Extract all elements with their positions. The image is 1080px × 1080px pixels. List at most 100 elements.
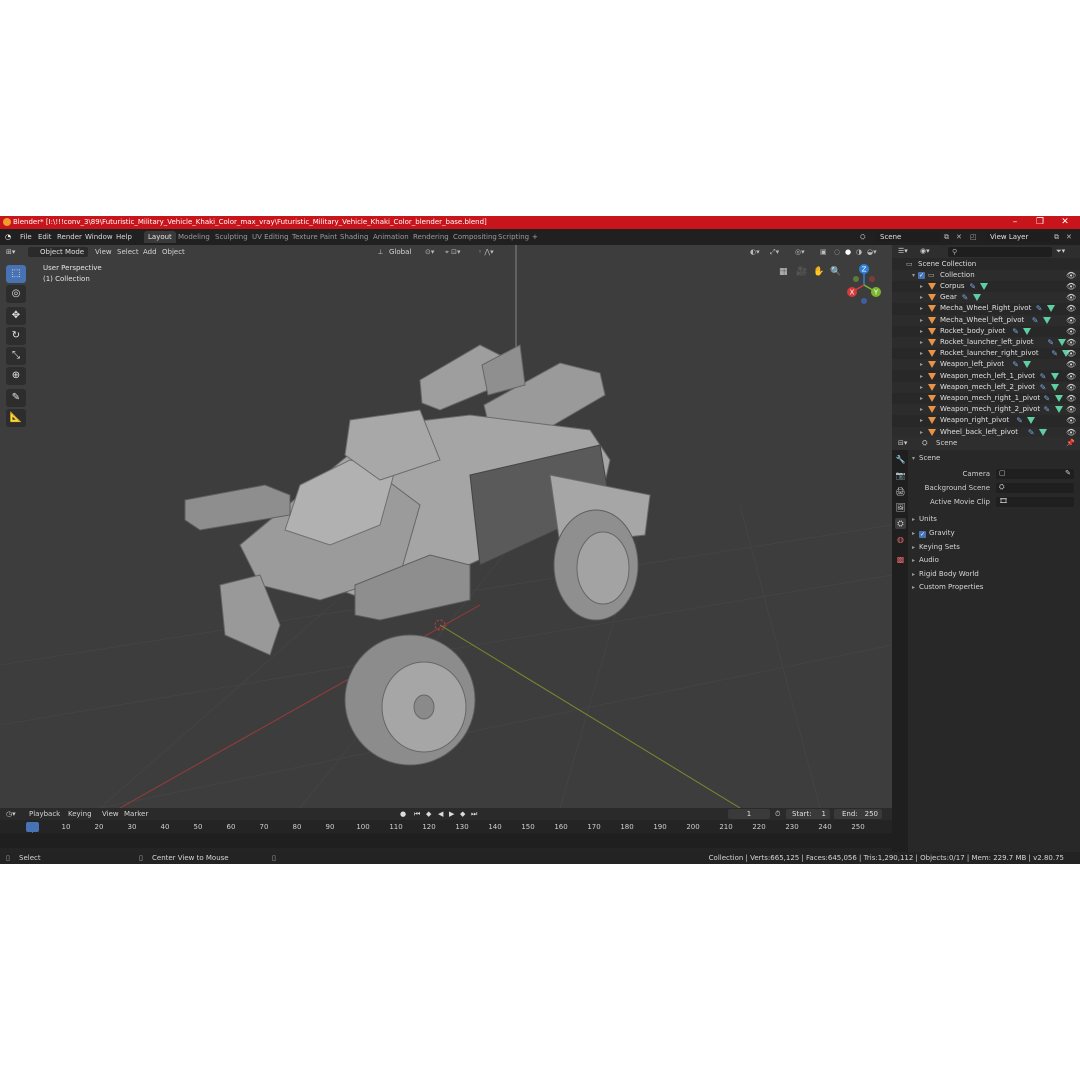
move-tool[interactable]: ✥ [6,307,26,325]
playhead[interactable] [26,822,39,832]
transform-orientation-dropdown[interactable]: Global [389,247,411,257]
gravity-section[interactable]: ▸ ✓ Gravity [912,529,955,538]
active-movie-clip-field[interactable]: 🎞 [996,497,1074,507]
expand-arrow-icon[interactable]: ▸ [920,315,923,326]
material-shading-icon[interactable]: ◑ [856,247,862,257]
navigation-gizmo[interactable]: Z Y X [842,263,886,307]
tab-layout[interactable]: Layout [144,231,176,243]
collection-checkbox[interactable]: ✓ [918,272,925,279]
pin-icon[interactable]: 📌 [1066,438,1075,448]
prev-keyframe-button[interactable]: ◆ [426,809,431,819]
new-view-layer-icon[interactable]: ⧉ [1054,233,1059,242]
visibility-eye-icon[interactable]: 👁 [1066,427,1076,438]
delete-scene-icon[interactable]: ✕ [956,233,962,241]
modifier-icon[interactable]: ✎ [962,292,969,303]
outliner-object-row[interactable]: ▸ Rocket_body_pivot ✎ 👁 [892,326,1080,337]
expand-arrow-icon[interactable]: ▸ [920,427,923,438]
outliner-object-row[interactable]: ▸ Mecha_Wheel_Right_pivot ✎ 👁 [892,303,1080,314]
modifier-icon[interactable]: ✎ [1012,326,1019,337]
xray-icon[interactable]: ▣ [820,247,827,257]
visibility-eye-icon[interactable]: 👁 [1066,415,1076,426]
outliner-object-row[interactable]: ▸ Mecha_Wheel_left_pivot ✎ 👁 [892,314,1080,326]
visibility-icon[interactable]: ◐▾ [750,247,760,257]
outliner-object-row[interactable]: ▸ Weapon_left_pivot ✎ 👁 [892,359,1080,371]
visibility-eye-icon[interactable]: 👁 [1066,382,1076,393]
timeline-tracks[interactable] [0,833,892,848]
mesh-data-icon[interactable] [1050,372,1059,380]
maximize-button[interactable]: ❐ [1030,217,1050,228]
modifier-icon[interactable]: ✎ [1016,415,1023,426]
expand-arrow-icon[interactable]: ▸ [920,326,923,337]
grid-view-icon[interactable]: ▦ [779,267,788,277]
delete-view-layer-icon[interactable]: ✕ [1066,233,1072,241]
solid-shading-icon[interactable]: ● [845,247,851,257]
visibility-eye-icon[interactable]: 👁 [1066,292,1076,303]
mesh-data-icon[interactable] [1023,327,1032,335]
mesh-data-icon[interactable] [1050,383,1059,391]
view-layer-selector[interactable]: View Layer [986,232,1050,242]
menu-file[interactable]: File [20,233,32,241]
mesh-data-icon[interactable] [1054,395,1063,402]
modifier-icon[interactable]: ✎ [1044,393,1051,404]
tab-sculpting[interactable]: Sculpting [211,231,252,243]
scene-selector[interactable]: Scene [876,232,940,242]
expand-arrow-icon[interactable]: ▸ [920,359,923,370]
display-mode-icon[interactable]: ◉▾ [920,246,930,256]
custom-properties-section[interactable]: ▸ Custom Properties [912,583,983,591]
texture-tab-icon[interactable]: ▩ [895,554,906,565]
modifier-icon[interactable]: ✎ [969,281,976,292]
tab-texture-paint[interactable]: Texture Paint [288,231,341,243]
zoom-view-icon[interactable]: 🔍 [830,267,841,277]
cursor-tool[interactable]: ◎ [6,285,26,303]
expand-arrow-icon[interactable]: ▸ [920,404,923,415]
new-scene-icon[interactable]: ⧉ [944,233,949,242]
expand-arrow-icon[interactable]: ▸ [920,337,923,348]
gizmo-toggle-icon[interactable]: ⤢▾ [770,247,779,257]
menu-edit[interactable]: Edit [38,233,52,241]
outliner-object-row[interactable]: ▸ Rocket_launcher_right_pivot ✎ 👁 [892,348,1080,359]
mesh-data-icon[interactable] [1042,316,1051,324]
proportional-edit-icon[interactable]: ◦ ⋀▾ [478,247,494,257]
viewport-menu-select[interactable]: Select [117,247,139,257]
mesh-data-icon[interactable] [972,294,981,302]
outliner-object-row[interactable]: ▸ Corpus ✎ 👁 [892,281,1080,292]
tab-animation[interactable]: Animation [369,231,413,243]
tab-modeling[interactable]: Modeling [174,231,214,243]
modifier-icon[interactable]: ✎ [1040,371,1047,382]
eyedropper-icon[interactable]: ✎ [1065,469,1071,477]
outliner-search-input[interactable]: ⚲ [948,247,1052,257]
modifier-icon[interactable]: ✎ [1051,348,1058,359]
visibility-eye-icon[interactable]: 👁 [1066,359,1076,370]
properties-editor[interactable]: ⊟▾ ⛭ Scene 📌 🔧 📷 🖨 🖼 ⛭ ◍ ▩ ▾ Scene Camera… [892,437,1080,852]
visibility-eye-icon[interactable]: 👁 [1066,315,1076,326]
modifier-icon[interactable]: ✎ [1036,303,1043,314]
outliner-object-row[interactable]: ▸ Gear ✎ 👁 [892,292,1080,304]
outliner-object-row[interactable]: ▸ Weapon_mech_left_1_pivot ✎ 👁 [892,371,1080,382]
next-keyframe-button[interactable]: ◆ [460,809,465,819]
overlay-toggle-icon[interactable]: ◎▾ [795,247,805,257]
measure-tool[interactable]: 📐 [6,409,26,427]
world-tab-icon[interactable]: ◍ [895,534,906,545]
visibility-eye-icon[interactable]: 👁 [1066,371,1076,382]
timeline-menu-playback[interactable]: Playback [29,809,60,819]
keying-sets-section[interactable]: ▸ Keying Sets [912,543,960,551]
outliner-object-row[interactable]: ▸ Rocket_launcher_left_pivot ✎ 👁 [892,337,1080,348]
visibility-eye-icon[interactable]: 👁 [1066,404,1076,415]
visibility-eye-icon[interactable]: 👁 [1066,303,1076,314]
record-button[interactable]: ● [400,809,406,819]
expand-arrow-icon[interactable]: ▸ [920,415,923,426]
rotate-tool[interactable]: ↻ [6,327,26,345]
play-button[interactable]: ▶ [449,809,454,819]
pivot-icon[interactable]: ⊙▾ [425,247,434,257]
modifier-icon[interactable]: ✎ [1047,337,1054,348]
scale-tool[interactable]: ⤡ [6,347,26,365]
rendered-shading-icon[interactable]: ◒▾ [867,247,877,257]
snap-icon[interactable]: ⌖ ⊡▾ [445,247,461,257]
mode-selector[interactable]: Object Mode [28,247,88,257]
units-section[interactable]: ▸ Units [912,515,937,523]
menu-help[interactable]: Help [116,233,132,241]
collection-visibility-icon[interactable]: 👁 [1066,270,1076,281]
outliner[interactable]: ☰▾ ◉▾ ⚲ ⏷▾ ▭ Scene Collection ▾ ✓ ▭ Coll… [892,245,1080,438]
jump-end-button[interactable]: ⏭ [471,809,477,819]
jump-start-button[interactable]: ⏮ [414,809,420,819]
